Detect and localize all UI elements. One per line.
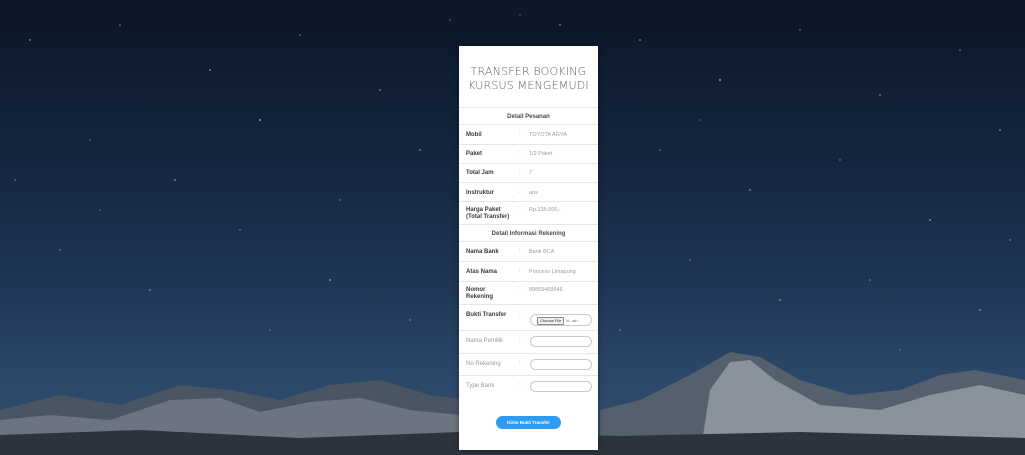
- order-section-heading: Detail Pesanan: [507, 114, 550, 120]
- form-row-type-bank: Type Bank :: [459, 375, 598, 398]
- no-rekening-input[interactable]: [530, 359, 592, 370]
- bukti-transfer-file-input[interactable]: Choose File N...ain: [530, 314, 592, 326]
- selected-file-name: N...ain: [566, 318, 578, 323]
- title-line-2: KURSUS MENGEMUDI: [468, 79, 589, 92]
- no-rekening-label: No Rekening: [466, 361, 501, 367]
- row-colon: :: [519, 286, 521, 292]
- account-row-atas-nama: Atas Nama : Princess Limapung: [459, 261, 598, 282]
- row-value: 89859469546: [529, 287, 563, 293]
- row-value: TOYOTA AGYA: [529, 132, 567, 138]
- form-row-nama-pemilik: Nama Pemilik :: [459, 330, 598, 354]
- row-label-line-1: Nomor: [466, 287, 486, 293]
- row-label-line-1: Harga Paket: [466, 207, 501, 213]
- row-label: Atas Nama: [466, 269, 498, 275]
- nama-pemilik-label: Nama Pemilik: [466, 338, 504, 344]
- row-colon: :: [519, 248, 521, 254]
- row-label: Total Jam: [466, 170, 494, 176]
- order-section-header: Detail Pesanan: [459, 107, 598, 125]
- row-label: Nomor Rekening: [466, 287, 493, 301]
- account-section-header: Detail Informasi Rekening: [459, 224, 598, 242]
- page-title: TRANSFER BOOKING KURSUS MENGEMUDI: [459, 65, 598, 93]
- row-colon: :: [519, 311, 521, 317]
- row-label: Mobil: [466, 132, 482, 138]
- row-colon: :: [519, 206, 521, 212]
- type-bank-label: Type Bank: [466, 383, 495, 389]
- order-row-mobil: Mobil : TOYOTA AGYA: [459, 124, 598, 145]
- row-colon: :: [519, 268, 521, 274]
- order-row-instruktur: Instruktur : aris: [459, 182, 598, 202]
- row-value: Rp.135.000,-: [529, 207, 561, 213]
- order-row-harga-paket: Harga Paket (Total Transfer) : Rp.135.00…: [459, 201, 598, 225]
- row-colon: :: [519, 150, 521, 156]
- form-row-no-rekening: No Rekening :: [459, 353, 598, 376]
- row-colon: :: [519, 169, 521, 175]
- row-colon: :: [519, 360, 521, 366]
- row-colon: :: [519, 382, 521, 388]
- choose-file-button[interactable]: Choose File: [537, 317, 565, 325]
- row-value: aris: [529, 190, 538, 196]
- order-row-total-jam: Total Jam : 7: [459, 163, 598, 183]
- row-label: Instruktur: [466, 190, 495, 196]
- row-value: Princess Limapung: [529, 269, 576, 275]
- row-colon: :: [519, 131, 521, 137]
- order-row-paket: Paket : 1/2 Paket: [459, 144, 598, 164]
- bukti-transfer-label: Bukti Transfer: [466, 312, 507, 318]
- row-value: 7: [529, 170, 533, 176]
- transfer-booking-card: TRANSFER BOOKING KURSUS MENGEMUDI Detail…: [459, 46, 598, 450]
- account-row-nama-bank: Nama Bank : Bank BCA: [459, 241, 598, 262]
- row-label: Paket: [466, 151, 483, 157]
- account-section-heading: Detail Informasi Rekening: [491, 231, 566, 237]
- row-colon: :: [519, 189, 521, 195]
- title-line-1: TRANSFER BOOKING: [470, 65, 587, 78]
- row-label-line-2: Rekening: [466, 294, 494, 300]
- row-label-line-2: (Total Transfer): [466, 214, 510, 220]
- nama-pemilik-input[interactable]: [530, 336, 592, 347]
- row-label: Harga Paket (Total Transfer): [466, 207, 509, 221]
- row-value: Bank BCA: [529, 249, 555, 255]
- type-bank-input[interactable]: [530, 381, 592, 392]
- kirim-bukti-transfer-button[interactable]: Kirim Bukti Transfer: [496, 416, 561, 429]
- row-colon: :: [519, 337, 521, 343]
- row-label: Nama Bank: [466, 249, 499, 255]
- row-value: 1/2 Paket: [529, 151, 553, 157]
- form-row-bukti-transfer: Bukti Transfer : Choose File N...ain: [459, 304, 598, 331]
- account-row-nomor-rekening: Nomor Rekening : 89859469546: [459, 281, 598, 305]
